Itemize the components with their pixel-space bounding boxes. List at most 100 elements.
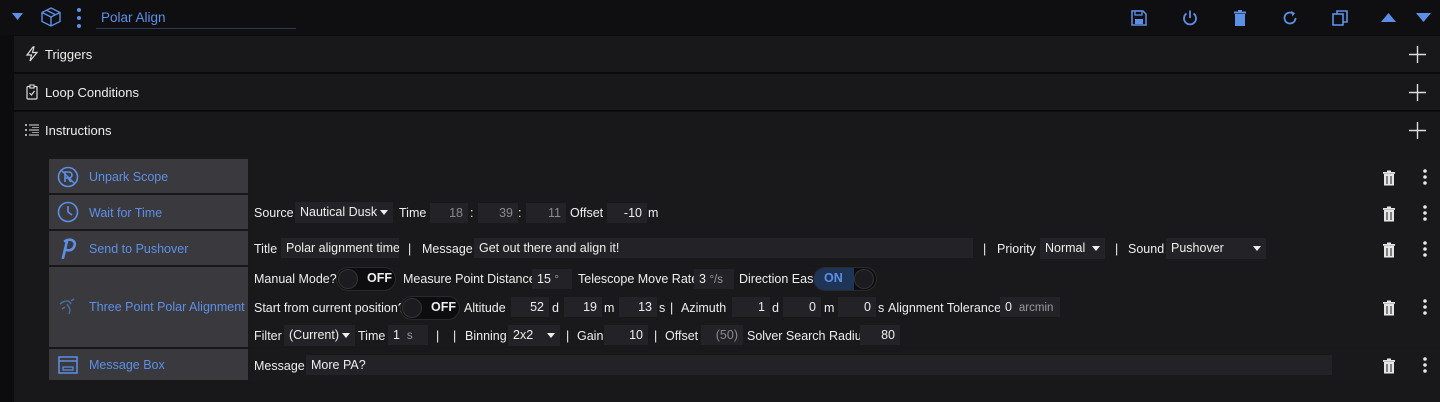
duplicate-icon[interactable]: [1331, 9, 1349, 27]
delete-icon[interactable]: [1382, 358, 1396, 374]
instruction-title: Unpark Scope: [89, 170, 169, 184]
offset-label: Offset: [570, 206, 604, 220]
minutes-input[interactable]: 39: [478, 203, 518, 223]
direction-east-toggle[interactable]: ON: [813, 267, 877, 291]
list-icon: [25, 124, 39, 136]
power-icon[interactable]: [1181, 9, 1199, 27]
add-condition-icon[interactable]: [1409, 84, 1426, 101]
filter-select[interactable]: (Current): [284, 325, 355, 346]
sequence-title-input[interactable]: Polar Align: [96, 7, 296, 29]
more-options-icon[interactable]: [1418, 357, 1432, 373]
separator: |: [436, 329, 440, 343]
altitude-degrees-input[interactable]: 52: [511, 297, 549, 317]
separator: |: [408, 242, 412, 256]
delete-icon[interactable]: [1231, 9, 1249, 27]
delete-icon[interactable]: [1382, 242, 1396, 258]
clipboard-check-icon: [26, 84, 38, 100]
solver-search-radius-input[interactable]: 80: [860, 325, 900, 345]
add-trigger-icon[interactable]: [1409, 46, 1426, 63]
manual-mode-toggle[interactable]: OFF: [336, 267, 396, 291]
binning-select[interactable]: 2x2: [508, 325, 560, 346]
reset-icon[interactable]: [1281, 9, 1299, 27]
hours-input[interactable]: 18: [430, 203, 468, 223]
instruction-send-to-pushover[interactable]: Send to Pushover: [49, 231, 248, 267]
offset-input[interactable]: -10: [607, 203, 647, 223]
message-input[interactable]: More PA?: [306, 355, 1332, 375]
direction-east-label: Direction East: [739, 272, 817, 286]
chevron-down-icon: [1253, 246, 1261, 251]
drag-handle-icon[interactable]: [76, 7, 82, 29]
add-instruction-icon[interactable]: [1409, 122, 1426, 139]
separator: |: [566, 329, 570, 343]
triggers-label: Triggers: [45, 47, 93, 62]
source-select[interactable]: Nautical Dusk: [295, 202, 393, 223]
sound-select[interactable]: Pushover: [1166, 238, 1266, 259]
instructions-section[interactable]: Instructions: [14, 112, 1440, 149]
title-label: Title: [254, 242, 278, 256]
triggers-section[interactable]: Triggers: [14, 36, 1440, 73]
move-down-icon[interactable]: [1416, 13, 1431, 22]
chevron-down-icon: [380, 210, 388, 215]
measure-point-distance-input[interactable]: 15 °: [532, 269, 572, 289]
instruction-title: Message Box: [89, 358, 165, 372]
exposure-time-input[interactable]: 1 s: [388, 325, 428, 345]
azimuth-label: Azimuth: [681, 301, 727, 315]
message-input[interactable]: Get out there and align it!: [474, 238, 973, 258]
offset-input[interactable]: (50): [701, 325, 743, 345]
measure-point-distance-label: Measure Point Distance: [403, 272, 536, 286]
unit-d: d: [772, 301, 779, 315]
message-label: Message: [254, 359, 305, 373]
azimuth-degrees-input[interactable]: 1: [732, 297, 770, 317]
solver-search-radius-label: Solver Search Radius: [747, 329, 868, 343]
start-from-current-label: Start from current position?: [254, 301, 405, 315]
delete-icon[interactable]: [1382, 300, 1396, 316]
unit-s: s: [659, 301, 666, 315]
title-input[interactable]: Polar alignment time: [281, 238, 399, 258]
instruction-wait-for-time[interactable]: Wait for Time: [49, 195, 248, 231]
chevron-down-icon: [547, 333, 555, 338]
alignment-tolerance-input[interactable]: 0 arcmin: [1000, 297, 1060, 317]
azimuth-minutes-input[interactable]: 0: [783, 297, 821, 317]
manual-mode-label: Manual Mode?: [254, 272, 337, 286]
unpark-row: [249, 159, 1440, 194]
sequence-box-icon: [41, 7, 61, 27]
binning-label: Binning: [465, 329, 507, 343]
clock-icon: [57, 201, 79, 223]
instruction-three-point-polar-alignment[interactable]: Three Point Polar Alignment: [49, 267, 248, 349]
altitude-minutes-input[interactable]: 19: [564, 297, 602, 317]
move-up-icon[interactable]: [1381, 13, 1396, 22]
start-from-current-toggle[interactable]: OFF: [400, 296, 460, 320]
collapse-caret-icon[interactable]: [12, 13, 23, 21]
gain-input[interactable]: 10: [604, 325, 648, 345]
more-options-icon[interactable]: [1418, 205, 1432, 221]
priority-select[interactable]: Normal: [1040, 238, 1105, 259]
message-box-icon: [58, 356, 78, 374]
instructions-label: Instructions: [45, 123, 112, 138]
azimuth-seconds-input[interactable]: 0: [838, 297, 876, 317]
delete-icon[interactable]: [1382, 206, 1396, 222]
pushover-icon: [61, 238, 77, 259]
time-label: Time: [399, 206, 427, 220]
more-options-icon[interactable]: [1418, 299, 1432, 315]
lightning-icon: [25, 46, 39, 62]
more-options-icon[interactable]: [1418, 241, 1432, 257]
more-options-icon[interactable]: [1418, 169, 1432, 185]
separator: |: [453, 329, 457, 343]
toggle-knob: [402, 298, 422, 318]
instruction-title: Wait for Time: [89, 206, 163, 220]
instruction-message-box[interactable]: Message Box: [49, 349, 248, 382]
offset-label: Offset: [665, 329, 699, 343]
altitude-seconds-input[interactable]: 13: [619, 297, 657, 317]
instruction-unpark-scope[interactable]: Unpark Scope: [49, 159, 248, 195]
delete-icon[interactable]: [1382, 170, 1396, 186]
telescope-move-rate-label: Telescope Move Rate: [578, 272, 699, 286]
sound-label: Sound: [1128, 242, 1165, 256]
telescope-move-rate-input[interactable]: 3 °/s: [694, 269, 734, 289]
loop-conditions-section[interactable]: Loop Conditions: [14, 74, 1440, 111]
colon: :: [518, 206, 522, 220]
toggle-knob: [854, 269, 874, 289]
unpark-icon: [57, 166, 79, 188]
colon: :: [470, 206, 474, 220]
save-icon[interactable]: [1130, 9, 1148, 27]
seconds-input[interactable]: 11: [526, 203, 566, 223]
